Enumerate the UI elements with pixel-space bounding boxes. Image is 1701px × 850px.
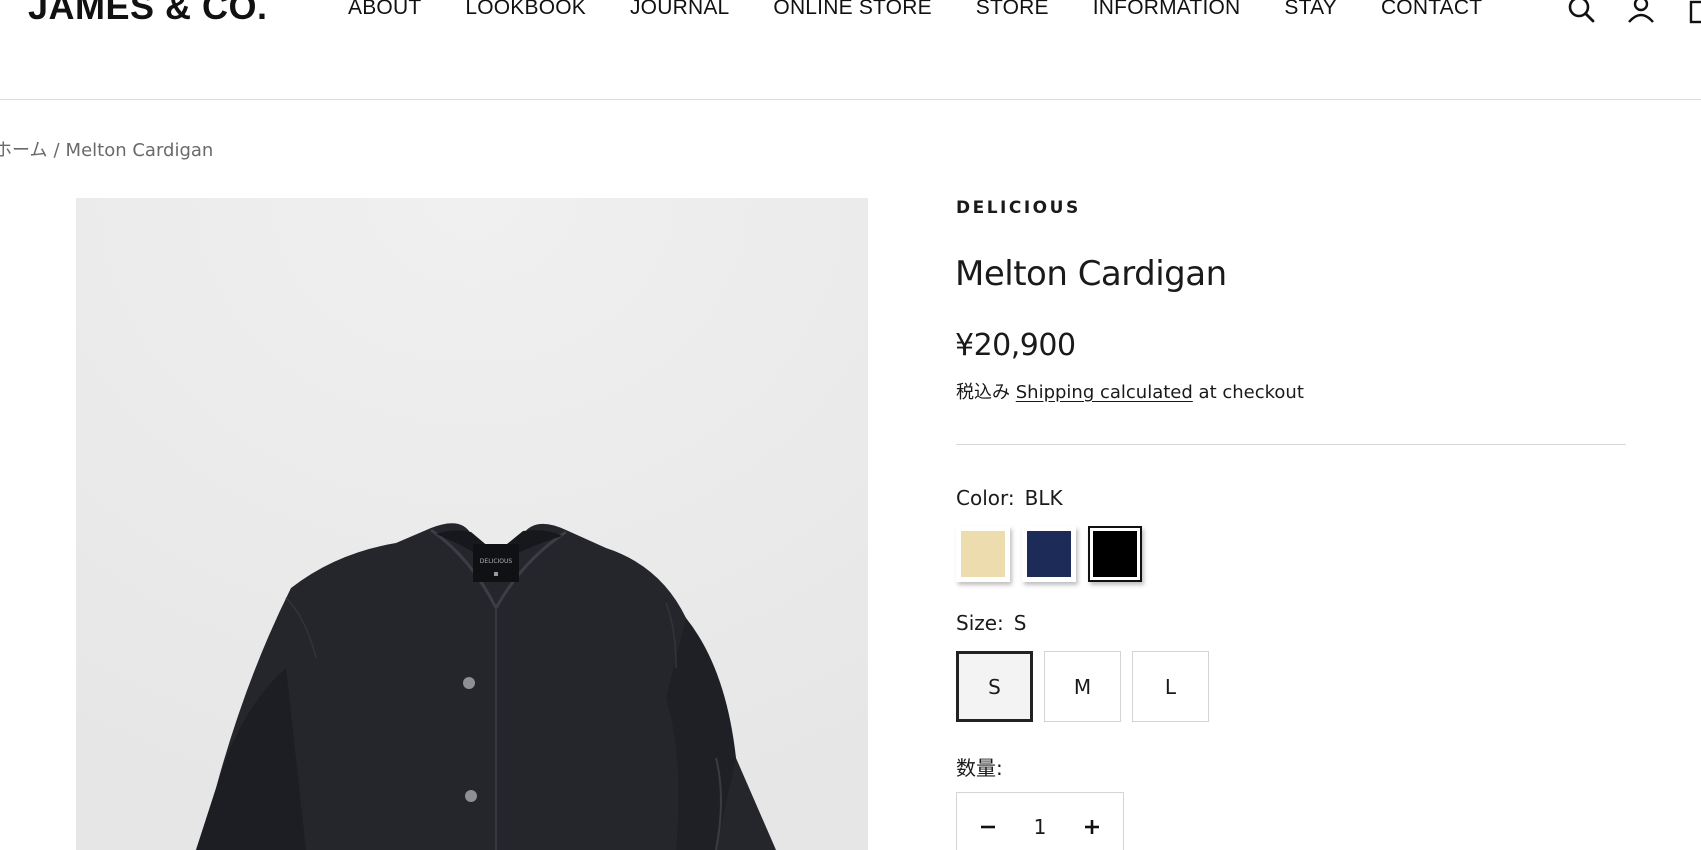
color-swatches (956, 526, 1142, 582)
size-options: S M L (956, 651, 1209, 722)
nav-about[interactable]: ABOUT (348, 0, 421, 20)
nav-contact[interactable]: CONTACT (1381, 0, 1482, 20)
header-icons (1566, 0, 1701, 24)
plus-icon (1084, 820, 1099, 834)
color-label: Color: BLK (956, 486, 1063, 510)
product-price: ¥20,900 (955, 328, 1076, 363)
swatch-black[interactable] (1088, 526, 1142, 582)
quantity-stepper: 1 (956, 792, 1124, 850)
tax-note: 税込み Shipping calculated at checkout (956, 378, 1304, 404)
search-icon[interactable] (1566, 0, 1596, 24)
nav-stay[interactable]: STAY (1284, 0, 1337, 20)
swatch-beige[interactable] (956, 526, 1010, 582)
site-header: JAMES & CO. ABOUT LOOKBOOK JOURNAL ONLIN… (0, 0, 1701, 100)
size-label: Size: S (956, 611, 1027, 635)
account-icon[interactable] (1626, 0, 1656, 24)
nav-journal[interactable]: JOURNAL (630, 0, 729, 20)
nav-information[interactable]: INFORMATION (1093, 0, 1241, 20)
swatch-navy-fill (1027, 531, 1071, 577)
breadcrumb-home[interactable]: ホーム (0, 140, 47, 161)
size-selected-value: S (1013, 611, 1027, 635)
divider (956, 444, 1626, 445)
quantity-increase-button[interactable] (1081, 816, 1103, 838)
quantity-decrease-button[interactable] (977, 816, 999, 838)
tax-suffix: at checkout (1198, 382, 1304, 403)
main-nav: ABOUT LOOKBOOK JOURNAL ONLINE STORE STOR… (348, 0, 1526, 20)
nav-store[interactable]: STORE (976, 0, 1049, 20)
minus-icon (981, 825, 995, 829)
quantity-value[interactable]: 1 (1034, 815, 1047, 839)
product-title: Melton Cardigan (955, 254, 1227, 294)
size-label-text: Size: (956, 611, 1004, 635)
size-option-s[interactable]: S (956, 651, 1033, 722)
nav-online-store[interactable]: ONLINE STORE (773, 0, 931, 20)
cart-icon[interactable] (1686, 0, 1701, 24)
nav-lookbook[interactable]: LOOKBOOK (465, 0, 586, 20)
breadcrumb-current: Melton Cardigan (65, 140, 214, 161)
shipping-link[interactable]: Shipping calculated (1016, 382, 1193, 403)
color-selected-value: BLK (1024, 486, 1063, 510)
swatch-black-fill (1093, 531, 1137, 577)
breadcrumb-separator: / (53, 140, 60, 161)
garment-label: DELICIOUS (480, 558, 513, 565)
breadcrumb: ホーム / Melton Cardigan (0, 136, 213, 162)
size-option-m[interactable]: M (1044, 651, 1121, 722)
tax-prefix: 税込み (956, 382, 1010, 403)
site-logo[interactable]: JAMES & CO. (28, 0, 268, 28)
swatch-beige-fill (961, 531, 1005, 577)
size-option-l[interactable]: L (1132, 651, 1209, 722)
quantity-label: 数量: (956, 756, 1003, 780)
color-label-text: Color: (956, 486, 1015, 510)
product-vendor[interactable]: DELICIOUS (956, 198, 1081, 218)
swatch-navy[interactable] (1022, 526, 1076, 582)
product-image[interactable]: DELICIOUS (76, 198, 868, 850)
